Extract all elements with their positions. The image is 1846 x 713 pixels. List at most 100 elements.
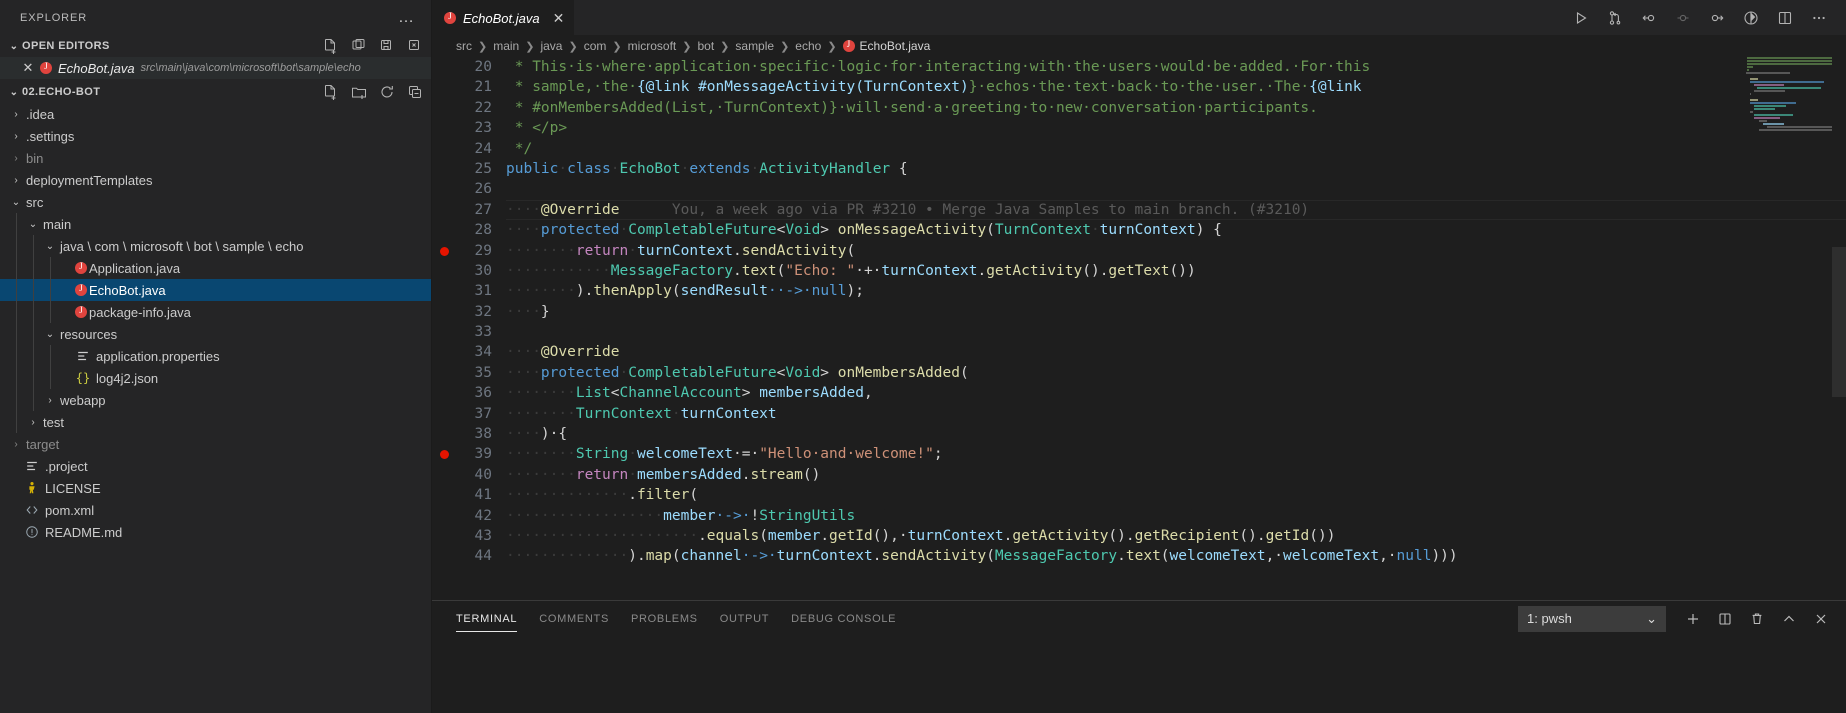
code-line[interactable]: 26 (432, 179, 1846, 199)
code-line[interactable]: 43······················.equals(member.g… (432, 526, 1846, 546)
line-number-gutter[interactable]: 26 (432, 179, 506, 199)
panel-tabs[interactable]: TERMINALCOMMENTSPROBLEMSOUTPUTDEBUG CONS… (456, 601, 896, 636)
breadcrumb[interactable]: src❯main❯java❯com❯microsoft❯bot❯sample❯e… (432, 35, 1846, 57)
code-text[interactable]: * #onMembersAdded(List,·TurnContext)}·wi… (506, 98, 1846, 118)
new-file-icon[interactable] (323, 84, 339, 100)
code-editor[interactable]: 20 * This·is·where·application·specific·… (432, 57, 1846, 600)
refresh-icon[interactable] (379, 84, 395, 100)
line-number-gutter[interactable]: 37 (432, 404, 506, 424)
code-line[interactable]: 20 * This·is·where·application·specific·… (432, 57, 1846, 77)
step-forward-icon[interactable] (1700, 0, 1734, 35)
line-number-gutter[interactable]: 33 (432, 322, 506, 342)
code-text[interactable]: ········return·turnContext.sendActivity( (506, 241, 1846, 261)
source-control-icon[interactable] (1598, 0, 1632, 35)
breadcrumb-item[interactable]: java (540, 39, 562, 53)
code-text[interactable]: * </p> (506, 118, 1846, 138)
tree-folder[interactable]: ⌄main (0, 213, 431, 235)
code-text[interactable] (506, 179, 1846, 199)
tree-file[interactable]: README.md (0, 521, 431, 543)
code-text[interactable]: ····@Override (506, 342, 1846, 362)
tree-file[interactable]: EchoBot.java (0, 279, 431, 301)
code-line[interactable]: 37········TurnContext·turnContext (432, 404, 1846, 424)
run-icon[interactable] (1564, 0, 1598, 35)
tree-file[interactable]: package-info.java (0, 301, 431, 323)
code-line[interactable]: 27····@Override You, a week ago via PR #… (432, 200, 1846, 220)
code-text[interactable]: ········String·welcomeText·=·"Hello·and·… (506, 444, 1846, 464)
more-actions-icon[interactable] (1802, 0, 1836, 35)
line-number-gutter[interactable]: 28 (432, 220, 506, 240)
code-text[interactable]: * This·is·where·application·specific·log… (506, 57, 1846, 77)
editor-scrollbar[interactable] (1832, 57, 1846, 600)
code-text[interactable]: ········TurnContext·turnContext (506, 404, 1846, 424)
line-number-gutter[interactable]: 30 (432, 261, 506, 281)
line-number-gutter[interactable]: 42 (432, 506, 506, 526)
tree-folder[interactable]: ›webapp (0, 389, 431, 411)
code-text[interactable]: ········return·membersAdded.stream() (506, 465, 1846, 485)
line-number-gutter[interactable]: 20 (432, 57, 506, 77)
panel-tab-output[interactable]: OUTPUT (720, 601, 769, 636)
tree-folder[interactable]: ›bin (0, 147, 431, 169)
breadcrumb-item[interactable]: main (493, 39, 519, 53)
code-line[interactable]: 41··············.filter( (432, 485, 1846, 505)
code-line[interactable]: 42··················member·->·!StringUti… (432, 506, 1846, 526)
close-all-icon[interactable] (407, 38, 423, 54)
breadcrumb-file[interactable]: EchoBot.java (843, 39, 931, 53)
panel-tab-comments[interactable]: COMMENTS (539, 601, 609, 636)
tree-folder[interactable]: ›deploymentTemplates (0, 169, 431, 191)
code-text[interactable]: ····@Override You, a week ago via PR #32… (506, 200, 1846, 220)
line-number-gutter[interactable]: 40 (432, 465, 506, 485)
code-text[interactable]: * sample,·the·{@link #onMessageActivity(… (506, 77, 1846, 97)
code-line[interactable]: 32····} (432, 302, 1846, 322)
line-number-gutter[interactable]: 39 (432, 444, 506, 464)
split-terminal-icon[interactable] (1710, 604, 1740, 634)
tree-folder[interactable]: ›.settings (0, 125, 431, 147)
code-line[interactable]: 33 (432, 322, 1846, 342)
new-terminal-icon[interactable] (1678, 604, 1708, 634)
code-text[interactable]: */ (506, 139, 1846, 159)
line-number-gutter[interactable]: 22 (432, 98, 506, 118)
open-editor-item[interactable]: ✕ EchoBot.java src\main\java\com\microso… (0, 57, 431, 79)
tree-folder[interactable]: ⌄java \ com \ microsoft \ bot \ sample \… (0, 235, 431, 257)
line-number-gutter[interactable]: 36 (432, 383, 506, 403)
breadcrumb-item[interactable]: bot (697, 39, 714, 53)
tree-file[interactable]: LICENSE (0, 477, 431, 499)
explorer-more-icon[interactable]: … (390, 13, 423, 23)
code-text[interactable]: ··············.filter( (506, 485, 1846, 505)
tree-file[interactable]: Application.java (0, 257, 431, 279)
code-text[interactable]: ········List<ChannelAccount> membersAdde… (506, 383, 1846, 403)
step-back-icon[interactable] (1632, 0, 1666, 35)
code-text[interactable]: ············MessageFactory.text("Echo: "… (506, 261, 1846, 281)
new-folder-icon[interactable] (351, 84, 367, 100)
kill-terminal-icon[interactable] (1742, 604, 1772, 634)
code-text[interactable]: ··················member·->·!StringUtils (506, 506, 1846, 526)
code-line[interactable]: 44··············).map(channel·->·turnCon… (432, 546, 1846, 566)
code-text[interactable] (506, 322, 1846, 342)
save-all-icon[interactable] (379, 38, 395, 54)
code-text[interactable]: public·class·EchoBot·extends·ActivityHan… (506, 159, 1846, 179)
new-folder-icon[interactable] (351, 38, 367, 54)
code-text[interactable]: ········).thenApply(sendResult··->·null)… (506, 281, 1846, 301)
close-icon[interactable]: ✕ (553, 10, 565, 27)
code-text[interactable]: ····)·{ (506, 424, 1846, 444)
coverage-icon[interactable] (1734, 0, 1768, 35)
panel-tab-debug-console[interactable]: DEBUG CONSOLE (791, 601, 896, 636)
line-number-gutter[interactable]: 41 (432, 485, 506, 505)
scrollbar-thumb[interactable] (1832, 247, 1846, 397)
code-lines[interactable]: 20 * This·is·where·application·specific·… (432, 57, 1846, 600)
line-number-gutter[interactable]: 27 (432, 200, 506, 220)
code-line[interactable]: 25public·class·EchoBot·extends·ActivityH… (432, 159, 1846, 179)
line-number-gutter[interactable]: 29 (432, 241, 506, 261)
code-line[interactable]: 36········List<ChannelAccount> membersAd… (432, 383, 1846, 403)
code-text[interactable]: ··············).map(channel·->·turnConte… (506, 546, 1846, 566)
file-tree[interactable]: ›.idea›.settings›bin›deploymentTemplates… (0, 103, 431, 713)
line-number-gutter[interactable]: 43 (432, 526, 506, 546)
close-panel-icon[interactable] (1806, 604, 1836, 634)
code-line[interactable]: 39········String·welcomeText·=·"Hello·an… (432, 444, 1846, 464)
code-line[interactable]: 23 * </p> (432, 118, 1846, 138)
new-file-icon[interactable] (323, 38, 339, 54)
tree-folder[interactable]: ›test (0, 411, 431, 433)
code-line[interactable]: 24 */ (432, 139, 1846, 159)
code-line[interactable]: 38····)·{ (432, 424, 1846, 444)
code-text[interactable]: ····} (506, 302, 1846, 322)
panel-tab-terminal[interactable]: TERMINAL (456, 601, 517, 636)
